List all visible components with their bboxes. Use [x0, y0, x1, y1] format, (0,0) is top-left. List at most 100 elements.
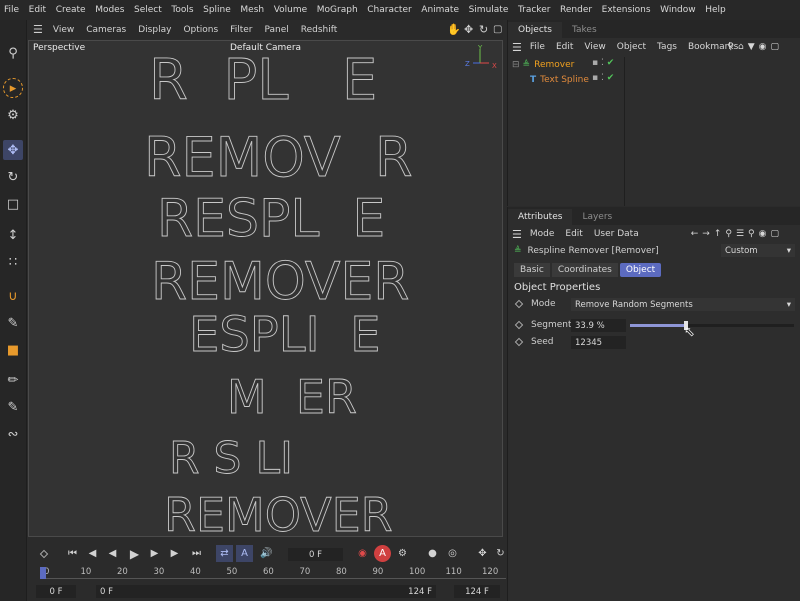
menu-edit[interactable]: Edit	[29, 5, 46, 15]
menu-file[interactable]: File	[4, 5, 19, 15]
maximize-icon[interactable]: ▢	[493, 24, 502, 35]
hamburger-icon[interactable]: ☰	[33, 23, 43, 36]
search-icon[interactable]: ⚲	[3, 43, 23, 63]
viewport-menu-redshift[interactable]: Redshift	[301, 25, 338, 35]
paint-icon[interactable]: ✎	[3, 397, 23, 417]
points-icon[interactable]: ∷	[3, 252, 23, 272]
subtab-object[interactable]: Object	[619, 262, 662, 277]
menu-create[interactable]: Create	[56, 5, 86, 15]
viewport-menu-filter[interactable]: Filter	[230, 25, 252, 35]
rotate-key-icon[interactable]: ↻	[492, 545, 509, 562]
current-frame-field[interactable]: 0 F	[288, 548, 343, 561]
tab-attributes[interactable]: Attributes	[508, 209, 573, 225]
keyframe-diamond-icon[interactable]	[514, 320, 524, 330]
menu-window[interactable]: Window	[660, 5, 696, 15]
viewport-menu-display[interactable]: Display	[138, 25, 171, 35]
menu-simulate[interactable]: Simulate	[469, 5, 509, 15]
viewport-menu-options[interactable]: Options	[183, 25, 218, 35]
attributes-menu-edit[interactable]: Edit	[565, 229, 582, 239]
settings-icon[interactable]: ⚙	[3, 105, 23, 125]
bend-icon[interactable]: ∪	[3, 286, 23, 306]
menu-tools[interactable]: Tools	[171, 5, 193, 15]
range-start-field[interactable]: 0 F 124 F	[96, 585, 436, 598]
loop-icon[interactable]: ⇄	[216, 545, 233, 562]
menu-render[interactable]: Render	[560, 5, 592, 15]
subtab-coordinates[interactable]: Coordinates	[551, 262, 618, 277]
menu-mograph[interactable]: MoGraph	[317, 5, 358, 15]
go-to-start-icon[interactable]: ⏮	[64, 545, 81, 562]
seed-field[interactable]: 12345	[571, 336, 626, 349]
motion-icon[interactable]: ◎	[444, 545, 461, 562]
knife-icon[interactable]: ■	[3, 340, 23, 360]
previous-frame-icon[interactable]: ◀	[104, 545, 121, 562]
sound-icon[interactable]: 🔊	[258, 545, 275, 562]
objects-menu-view[interactable]: View	[584, 42, 605, 52]
objects-hamburger-icon[interactable]: ☰	[512, 41, 522, 54]
play-icon[interactable]: ▶	[126, 545, 143, 562]
brush-icon[interactable]: ✏	[3, 370, 23, 390]
remover-flags[interactable]: ▪ ⁚ ✔	[592, 58, 614, 68]
viewport-menu-view[interactable]: View	[53, 25, 74, 35]
pen-icon[interactable]: ✎	[3, 313, 23, 333]
attributes-hamburger-icon[interactable]: ☰	[512, 228, 522, 241]
menu-help[interactable]: Help	[705, 5, 726, 15]
attributes-toolbar-icons[interactable]: ←→↑⚲☰⚲◉▢	[691, 229, 783, 239]
tab-layers[interactable]: Layers	[572, 209, 622, 225]
objects-menu-object[interactable]: Object	[617, 42, 646, 52]
segments-slider-track[interactable]	[630, 321, 794, 330]
objects-menu-tags[interactable]: Tags	[657, 42, 677, 52]
subtab-basic[interactable]: Basic	[514, 262, 550, 277]
orbit-icon[interactable]: ↻	[479, 23, 488, 36]
next-key-icon[interactable]: ▶	[166, 545, 183, 562]
menu-mesh[interactable]: Mesh	[240, 5, 264, 15]
mode-dropdown[interactable]: Remove Random Segments ▾	[571, 298, 795, 311]
menu-character[interactable]: Character	[367, 5, 411, 15]
spline-icon[interactable]: ∾	[3, 424, 23, 444]
viewport-3d[interactable]: Perspective Default Camera Y Z X R PL E …	[28, 40, 503, 537]
scale-icon[interactable]: □	[3, 194, 23, 214]
record-settings-icon[interactable]: ⚙	[394, 545, 411, 562]
attributes-menu-mode[interactable]: Mode	[530, 229, 555, 239]
tab-takes[interactable]: Takes	[562, 22, 607, 38]
next-frame-icon[interactable]: ▶	[146, 545, 163, 562]
menu-modes[interactable]: Modes	[95, 5, 124, 15]
text-spline-flags[interactable]: ▪ ⁚ ✔	[592, 73, 614, 83]
menu-animate[interactable]: Animate	[421, 5, 459, 15]
snap-icon[interactable]: ↕	[3, 225, 23, 245]
preset-dropdown[interactable]: Custom ▾	[721, 244, 795, 257]
auto-record-icon[interactable]: A	[374, 545, 391, 562]
viewport-menu-cameras[interactable]: Cameras	[86, 25, 126, 35]
keyframe-diamond-icon[interactable]	[514, 337, 524, 347]
dolly-icon[interactable]: ✥	[464, 23, 473, 36]
objects-menu-file[interactable]: File	[530, 42, 545, 52]
attributes-menu-user-data[interactable]: User Data	[594, 229, 639, 239]
pan-icon[interactable]: ✋	[447, 23, 461, 36]
collapse-icon[interactable]: ⊟	[512, 60, 520, 70]
keyframe-diamond-icon[interactable]	[514, 299, 524, 309]
lock-icon[interactable]: ●	[424, 545, 441, 562]
playhead[interactable]	[40, 567, 46, 579]
end-frame-field[interactable]: 124 F	[454, 585, 500, 598]
tree-item-text-spline[interactable]: T Text Spline	[530, 73, 650, 87]
selection-icon[interactable]: ▸	[3, 78, 23, 98]
previous-key-icon[interactable]: ◀	[84, 545, 101, 562]
go-to-end-icon[interactable]: ⏭	[188, 545, 205, 562]
main-menubar: File Edit Create Modes Select Tools Spline Mesh…	[0, 0, 800, 20]
record-icon[interactable]: ◉	[354, 545, 371, 562]
menu-tracker[interactable]: Tracker	[518, 5, 550, 15]
objects-menu-edit[interactable]: Edit	[556, 42, 573, 52]
viewport-menu-panel[interactable]: Panel	[264, 25, 288, 35]
move-key-icon[interactable]: ✥	[474, 545, 491, 562]
menu-select[interactable]: Select	[134, 5, 162, 15]
objects-toolbar-icons[interactable]: ⚲⌂▼◉▢	[727, 42, 783, 52]
auto-keyframe-icon[interactable]: A	[236, 545, 253, 562]
move-icon[interactable]: ✥	[3, 140, 23, 160]
tab-objects[interactable]: Objects	[508, 22, 563, 38]
menu-volume[interactable]: Volume	[274, 5, 307, 15]
rotate-icon[interactable]: ↻	[3, 167, 23, 187]
segments-field[interactable]: 33.9 %	[571, 319, 626, 332]
menu-spline[interactable]: Spline	[203, 5, 231, 15]
keyframe-icon[interactable]	[35, 545, 52, 562]
start-frame-field[interactable]: 0 F	[36, 585, 76, 598]
menu-extensions[interactable]: Extensions	[602, 5, 651, 15]
